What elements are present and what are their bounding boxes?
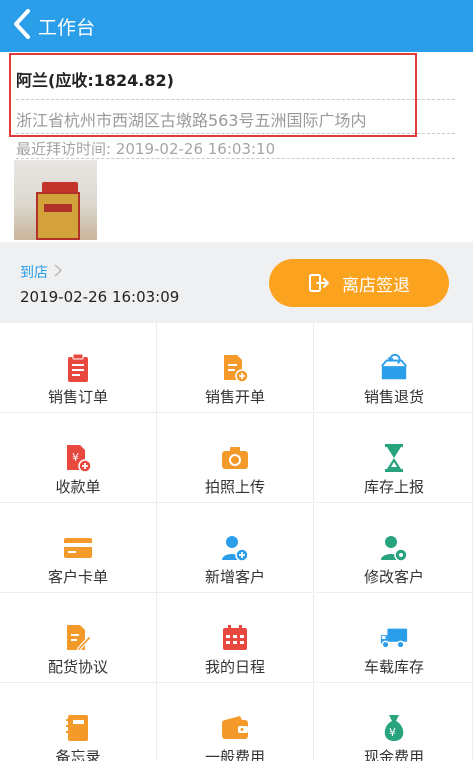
chevron-right-icon (54, 263, 63, 281)
menu-item-sales-return[interactable]: 销售退货 (316, 323, 473, 413)
menu-item-label: 配货协议 (47, 658, 108, 676)
menu-item-label: 车载库存 (363, 658, 424, 676)
menu-item-money-bag[interactable]: ¥ 现金费用 (316, 683, 473, 761)
checkin-panel: 到店 2019-02-26 16:03:09 离店签退 (0, 242, 473, 323)
menu-item-label: 收款单 (55, 478, 101, 496)
menu-item-label: 销售退货 (363, 388, 424, 406)
menu-item-agreement[interactable]: 配货协议 (0, 593, 157, 683)
menu-item-camera[interactable]: 拍照上传 (157, 413, 314, 503)
sales-return-icon (379, 353, 409, 383)
card-icon (63, 533, 93, 563)
customer-address: 浙江省杭州市西湖区古墩路563号五洲国际广场内 (16, 111, 367, 130)
exit-icon (308, 272, 330, 294)
divider (16, 99, 455, 100)
calendar-icon (220, 623, 250, 653)
leave-checkout-button[interactable]: 离店签退 (269, 259, 449, 307)
menu-item-label: 销售开单 (204, 388, 265, 406)
divider (16, 158, 455, 159)
camera-icon (220, 443, 250, 473)
arrive-time: 2019-02-26 16:03:09 (20, 288, 180, 306)
menu-item-label: 现金费用 (363, 748, 424, 761)
money-bag-icon: ¥ (379, 713, 409, 743)
edit-user-icon (379, 533, 409, 563)
menu-item-label: 修改客户 (363, 568, 424, 586)
menu-item-truck[interactable]: 车载库存 (316, 593, 473, 683)
menu-item-label: 销售订单 (47, 388, 108, 406)
add-user-icon (220, 533, 250, 563)
menu-item-wallet[interactable]: 一般费用 (157, 683, 314, 761)
function-grid: 销售订单 销售开单 销售退货 ¥ 收款单 拍照上传 库存上报客户卡单 新增客户 修改客户配货协议… (0, 323, 473, 761)
hourglass-icon (379, 443, 409, 473)
menu-item-label: 库存上报 (363, 478, 424, 496)
page-title: 工作台 (38, 16, 96, 39)
menu-item-label: 拍照上传 (204, 478, 265, 496)
menu-item-sales-invoice[interactable]: 销售开单 (157, 323, 314, 413)
memo-icon (63, 713, 93, 743)
arrive-link[interactable]: 到店 (20, 262, 63, 282)
menu-item-hourglass[interactable]: 库存上报 (316, 413, 473, 503)
last-visit-time: 最近拜访时间: 2019-02-26 16:03:10 (16, 140, 276, 158)
sales-invoice-icon (220, 353, 250, 383)
menu-item-card[interactable]: 客户卡单 (0, 503, 157, 593)
store-photo-thumbnail[interactable] (14, 160, 97, 240)
menu-item-sales-order[interactable]: 销售订单 (0, 323, 157, 413)
leave-button-label: 离店签退 (342, 275, 410, 296)
agreement-icon (63, 623, 93, 653)
receipt-icon: ¥ (63, 443, 93, 473)
truck-icon (379, 623, 409, 653)
arrive-label: 到店 (20, 265, 48, 281)
app-header: 工作台 (0, 0, 473, 52)
menu-item-label: 新增客户 (204, 568, 265, 586)
menu-item-label: 客户卡单 (47, 568, 108, 586)
sales-order-icon (63, 353, 93, 383)
menu-item-memo[interactable]: 备忘录 (0, 683, 157, 761)
menu-item-add-user[interactable]: 新增客户 (157, 503, 314, 593)
menu-item-edit-user[interactable]: 修改客户 (316, 503, 473, 593)
customer-info[interactable]: 阿兰(应收:1824.82) 浙江省杭州市西湖区古墩路563号五洲国际广场内 最… (0, 52, 473, 159)
back-button[interactable] (0, 0, 36, 52)
svg-text:¥: ¥ (72, 451, 79, 464)
svg-text:¥: ¥ (389, 726, 396, 739)
chevron-left-icon (12, 9, 32, 43)
menu-item-label: 一般费用 (204, 748, 265, 761)
menu-item-label: 备忘录 (55, 748, 101, 761)
divider (16, 133, 455, 134)
customer-name: 阿兰(应收:1824.82) (16, 71, 174, 90)
menu-item-calendar[interactable]: 我的日程 (157, 593, 314, 683)
menu-item-receipt[interactable]: ¥ 收款单 (0, 413, 157, 503)
wallet-icon (220, 713, 250, 743)
menu-item-label: 我的日程 (204, 658, 265, 676)
